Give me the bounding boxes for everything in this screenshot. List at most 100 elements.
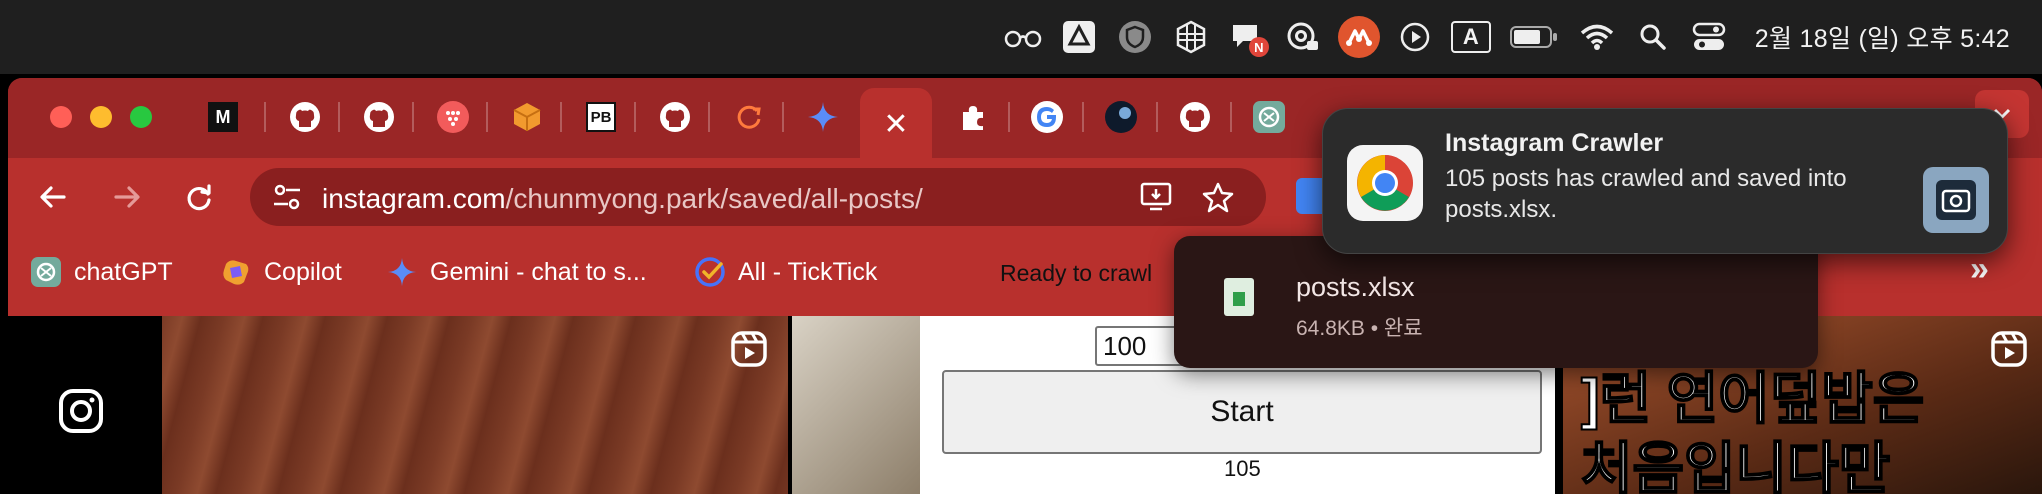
tab-active-crawler[interactable]: ✕: [860, 88, 932, 160]
control-center-icon[interactable]: [1681, 9, 1737, 65]
saved-post-1[interactable]: [162, 316, 788, 494]
reels-icon: [1990, 330, 2028, 373]
address-bar[interactable]: instagram.com/chunmyong.park/saved/all-p…: [250, 168, 1266, 226]
dark-orb-icon: [1105, 101, 1137, 133]
mindmap-app-icon[interactable]: [1331, 9, 1387, 65]
tab-chatgpt[interactable]: [1250, 98, 1288, 136]
tab-extension[interactable]: [954, 98, 992, 136]
start-button[interactable]: Start: [942, 370, 1542, 454]
dots-app-icon: [437, 101, 469, 133]
bookmark-gemini[interactable]: Gemini - chat to s...: [386, 256, 647, 288]
screenshot-thumbnail-icon: [1923, 167, 1989, 233]
github-icon: [364, 102, 394, 132]
shield-icon[interactable]: [1107, 9, 1163, 65]
notification-body: 105 posts has crawled and saved into pos…: [1445, 165, 1847, 223]
reels-icon: [730, 330, 768, 373]
crawler-status-text: Ready to crawl: [1000, 260, 1153, 286]
copilot-icon: [220, 256, 252, 288]
reload-button[interactable]: [178, 176, 220, 218]
grid-app-icon[interactable]: [1163, 9, 1219, 65]
instagram-icon[interactable]: [58, 388, 104, 439]
tab-separator: [560, 102, 562, 132]
github-icon: [660, 102, 690, 132]
tab-separator: [1230, 102, 1232, 132]
tab-separator: [486, 102, 488, 132]
url-text: instagram.com/chunmyong.park/saved/all-p…: [322, 183, 923, 215]
github-icon: [290, 102, 320, 132]
bookmark-copilot[interactable]: Copilot: [220, 256, 342, 288]
back-button[interactable]: [32, 176, 74, 218]
notification-title: Instagram Crawler: [1445, 129, 1664, 157]
box-icon: [513, 103, 541, 131]
bookmark-label: chatGPT: [74, 257, 173, 286]
github-icon: [1180, 102, 1210, 132]
input-method-label: A: [1450, 21, 1491, 53]
tab-dots-app[interactable]: [434, 98, 472, 136]
tab-box-app[interactable]: [508, 98, 546, 136]
download-meta: 64.8KB • 완료: [1296, 317, 1423, 340]
tab-github-4[interactable]: [1176, 98, 1214, 136]
tab-github-3[interactable]: [656, 98, 694, 136]
saved-post-2[interactable]: [792, 316, 932, 494]
google-icon: [1031, 101, 1063, 133]
system-notification[interactable]: Instagram Crawler 105 posts has crawled …: [1322, 108, 2008, 254]
tab-medium[interactable]: M: [204, 98, 242, 136]
bookmark-chatgpt[interactable]: chatGPT: [30, 256, 173, 288]
forward-button[interactable]: [106, 176, 148, 218]
minimize-window-button[interactable]: [90, 106, 112, 128]
url-path: /chunmyong.park/saved/all-posts/: [505, 183, 923, 214]
install-app-icon[interactable]: [1140, 182, 1174, 217]
refresh-app-icon: [737, 105, 761, 129]
ticktick-icon: [694, 256, 726, 288]
glasses-icon[interactable]: [995, 9, 1051, 65]
tab-google[interactable]: [1028, 98, 1066, 136]
crawled-count: 105: [1224, 456, 1261, 481]
close-tab-icon[interactable]: ✕: [883, 107, 908, 142]
google-drive-icon[interactable]: [1051, 9, 1107, 65]
download-bubble[interactable]: posts.xlsx 64.8KB • 완료: [1174, 236, 1818, 368]
menubar-clock[interactable]: 2월 18일 (일) 오후 5:42: [1755, 19, 2010, 55]
site-settings-icon[interactable]: [272, 183, 302, 216]
post-count-input[interactable]: 100: [1095, 326, 1185, 366]
download-filename: posts.xlsx: [1296, 272, 1415, 302]
input-method-icon[interactable]: A: [1443, 9, 1499, 65]
bookmark-ticktick[interactable]: All - TickTick: [694, 256, 877, 288]
tab-refresh-app[interactable]: [730, 98, 768, 136]
wifi-icon[interactable]: [1569, 9, 1625, 65]
macos-menu-bar: N A 2월 18일 (일) 오후 5:42: [0, 0, 2042, 74]
chatgpt-icon: [1253, 101, 1285, 133]
at-lock-icon[interactable]: [1275, 9, 1331, 65]
gemini-icon: [386, 256, 418, 288]
bookmark-label: All - TickTick: [738, 257, 878, 286]
tab-separator: [634, 102, 636, 132]
bookmarks-overflow-button[interactable]: »: [1970, 250, 1989, 289]
xlsx-file-icon: [1224, 278, 1254, 316]
chat-badge-icon[interactable]: N: [1219, 9, 1275, 65]
bookmark-star-icon[interactable]: [1202, 181, 1234, 218]
post-caption-line-2: 처음입니다만: [1580, 436, 1891, 494]
bookmark-label: Copilot: [264, 257, 342, 286]
chatgpt-icon: [30, 256, 62, 288]
tab-separator: [264, 102, 266, 132]
tab-gemini[interactable]: [804, 98, 842, 136]
zoom-window-button[interactable]: [130, 106, 152, 128]
instagram-sidebar: [8, 316, 158, 494]
bookmark-label: Gemini - chat to s...: [430, 257, 647, 286]
tab-separator: [1008, 102, 1010, 132]
tab-github-1[interactable]: [286, 98, 324, 136]
tab-github-2[interactable]: [360, 98, 398, 136]
chrome-icon: [1347, 145, 1423, 221]
tab-separator: [1082, 102, 1084, 132]
extension-icon: [963, 106, 983, 130]
tab-separator: [412, 102, 414, 132]
close-window-button[interactable]: [50, 106, 72, 128]
play-icon[interactable]: [1387, 9, 1443, 65]
battery-icon[interactable]: [1499, 9, 1569, 65]
tab-pb-app[interactable]: PB: [582, 98, 620, 136]
pb-icon: PB: [586, 102, 616, 132]
spotlight-search-icon[interactable]: [1625, 9, 1681, 65]
tab-separator: [338, 102, 340, 132]
medium-icon: M: [208, 102, 238, 132]
tab-dark-orb[interactable]: [1102, 98, 1140, 136]
tab-separator: [782, 102, 784, 132]
